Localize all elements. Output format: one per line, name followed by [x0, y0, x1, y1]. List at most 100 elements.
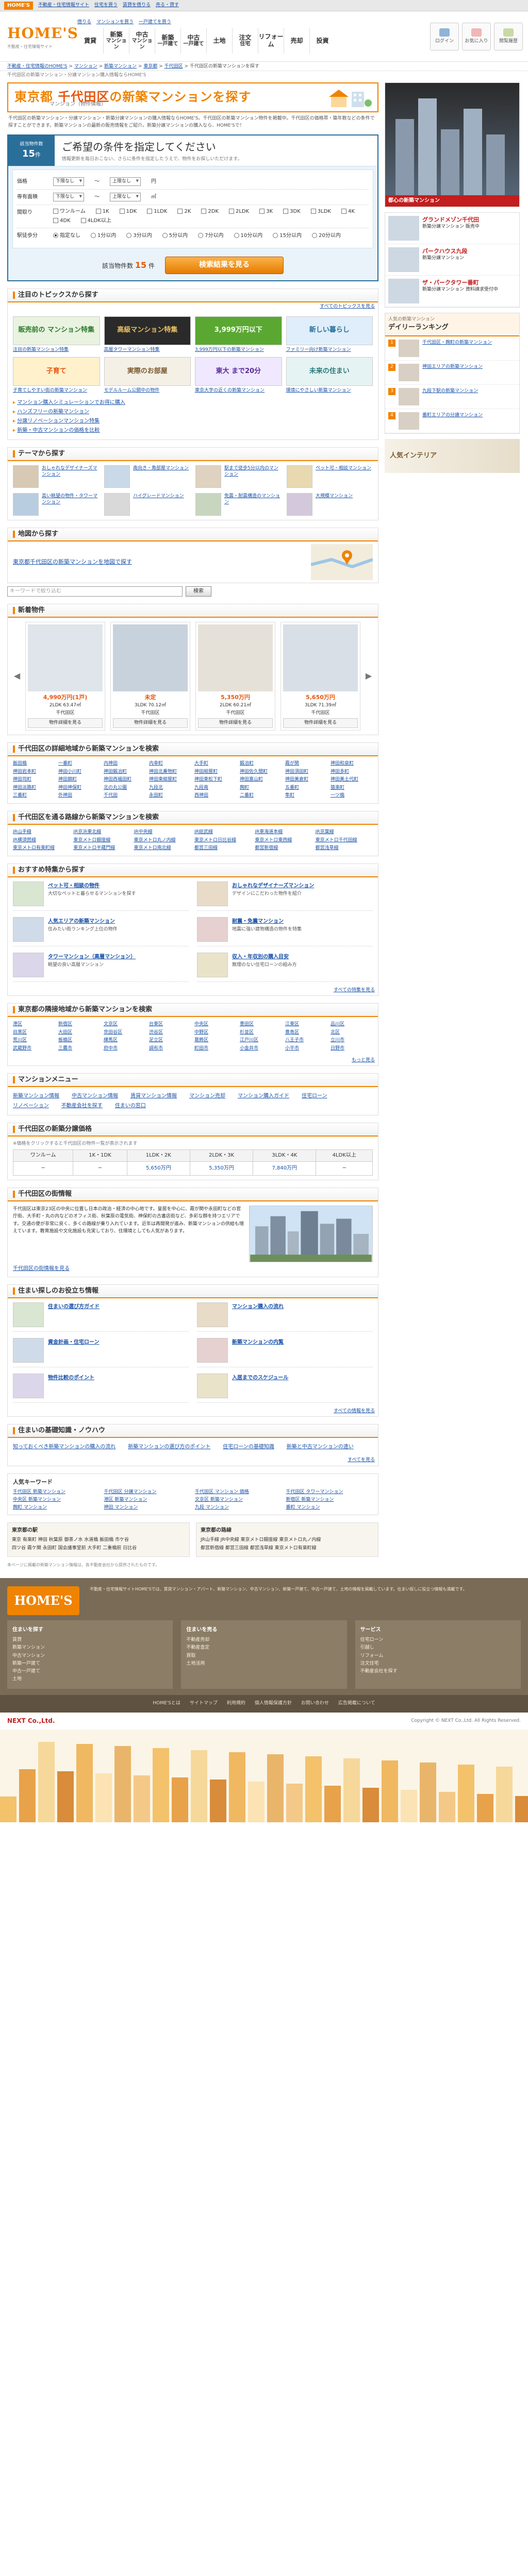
breadcrumb-item[interactable]: マンション	[74, 64, 97, 69]
side-property-title[interactable]: グランドメゾン千代田	[422, 216, 480, 224]
breadcrumb-item[interactable]: 新築マンション	[104, 64, 137, 69]
checkbox-icon[interactable]	[177, 209, 183, 214]
topic-banner[interactable]: 高級マンション特集	[104, 316, 191, 345]
area-link[interactable]: 神田司町	[13, 776, 55, 783]
line-link[interactable]: JR京浜東北線	[73, 829, 130, 836]
area-link[interactable]: 神田錦町	[58, 776, 101, 783]
price-value[interactable]: ─	[73, 1161, 127, 1176]
menu-link[interactable]: 住宅ローン	[302, 1091, 327, 1101]
gnav-top-link[interactable]: 一戸建てを買う	[139, 19, 171, 26]
topic-item[interactable]: 3,999万円以下 3,999万円以下の新築マンション	[195, 316, 282, 353]
neighbor-link[interactable]: 品川区	[331, 1021, 373, 1028]
area-link[interactable]: 神田美土代町	[331, 776, 373, 783]
area-link[interactable]: 神田多町	[331, 769, 373, 775]
area-link[interactable]: 神田美倉町	[285, 776, 327, 783]
property-photo[interactable]	[283, 624, 358, 691]
footer-link[interactable]: 不動産査定	[186, 1644, 341, 1652]
neighbor-link[interactable]: 北区	[331, 1029, 373, 1036]
side-property[interactable]: パークハウス九段 新築分譲マンション	[385, 244, 519, 276]
topbar-link[interactable]: 売る・貸す	[156, 2, 179, 9]
side-ad[interactable]: 都心の新築マンション	[385, 82, 520, 207]
area-link[interactable]: 神田須田町	[285, 769, 327, 775]
neighbor-link[interactable]: 豊島区	[285, 1029, 327, 1036]
rank-link[interactable]: 神田エリアの新築マンション	[422, 364, 483, 381]
keyword-link[interactable]: 千代田区 新築マンション	[13, 1489, 100, 1496]
checkbox-icon[interactable]	[53, 218, 58, 223]
area-link[interactable]: 大手町	[194, 760, 237, 767]
box-line[interactable]: 東京 有楽町 神田 秋葉原 御茶ノ水 水道橋 飯田橋 市ケ谷	[12, 1536, 185, 1544]
gnav-item[interactable]: 賃貸	[77, 28, 103, 54]
feature-item[interactable]: 収入・年収別の購入目安 無理のない住宅ローンの組み方	[197, 952, 373, 982]
gnav-item[interactable]: 注文 住宅	[232, 27, 258, 54]
line-link[interactable]: JR総武線	[194, 829, 252, 836]
price-value[interactable]: 5,350万円	[189, 1161, 254, 1176]
keyword-link[interactable]: 文京区 新築マンション	[195, 1497, 282, 1503]
neighbor-link[interactable]: 目黒区	[13, 1029, 55, 1036]
feature-photo[interactable]	[197, 881, 228, 906]
feature-title[interactable]: 住まいの選び方ガイド	[48, 1304, 100, 1310]
area-link[interactable]: 千代田	[104, 792, 146, 799]
theme-link[interactable]: ハイグレードマンション	[133, 493, 184, 500]
rank-link[interactable]: 番町エリアの分譲マンション	[422, 412, 483, 430]
feature-item[interactable]: マンション購入の流れ	[197, 1302, 373, 1332]
neighbor-link[interactable]: 板橋区	[58, 1037, 101, 1044]
footer-bottom-link[interactable]: 利用規約	[227, 1700, 245, 1707]
useful-more-link[interactable]: すべての情報を見る	[334, 1409, 375, 1414]
property-photo[interactable]	[113, 624, 188, 691]
topic-banner[interactable]: 未来の住まい	[286, 357, 373, 386]
layout-option[interactable]: 2K	[177, 208, 191, 215]
layout-option[interactable]: 4K	[341, 208, 355, 215]
feature-title[interactable]: ペット可・相談の物件	[48, 883, 100, 889]
neighbor-link[interactable]: 日野市	[331, 1045, 373, 1052]
line-link[interactable]: 東京メトロ日比谷線	[194, 837, 252, 844]
topics-more-link[interactable]: すべてのトピックスを見る	[320, 304, 375, 309]
rank-photo[interactable]	[399, 363, 419, 381]
topic-caption[interactable]: 東京大学の近くの新築マンション	[195, 388, 265, 393]
topic-caption[interactable]: ファミリー向け新築マンション	[286, 347, 351, 352]
logo-mark[interactable]: HOME'S	[7, 23, 78, 43]
neighbor-link[interactable]: 江戸川区	[240, 1037, 282, 1044]
feature-title[interactable]: おしゃれなデザイナーズマンション	[232, 883, 314, 889]
walk-option[interactable]: 1分以内	[91, 232, 116, 240]
menu-link[interactable]: 住まいの窓口	[115, 1101, 146, 1111]
radio-icon[interactable]	[273, 233, 278, 238]
topic-item[interactable]: 販売前の マンション特集 注目の新築マンション特集	[13, 316, 100, 353]
feature-item[interactable]: 新築マンションの内覧	[197, 1337, 373, 1367]
login-button[interactable]: ログイン	[430, 22, 459, 50]
topic-link[interactable]: ハンズフリーの新築マンション	[17, 409, 89, 415]
rank-link[interactable]: 千代田区・麹町の新築マンション	[422, 340, 492, 357]
knowhow-link[interactable]: 住宅ローンの基礎知識	[223, 1442, 274, 1452]
theme-item[interactable]: 駅まで徒歩5分以内のマンション	[195, 465, 282, 488]
theme-photo[interactable]	[287, 465, 312, 488]
theme-item[interactable]: 免震・耐震構造のマンション	[195, 493, 282, 516]
feature-item[interactable]: 人気エリアの新築マンション 住みたい街ランキング上位の物件	[13, 917, 189, 946]
theme-photo[interactable]	[13, 493, 39, 516]
area-link[interactable]: 北の丸公園	[104, 785, 146, 791]
ward-info-link[interactable]: 千代田区の街情報を見る	[13, 1266, 70, 1272]
area-link[interactable]: 三番町	[13, 792, 55, 799]
topic-caption[interactable]: 環境にやさしい新築マンション	[286, 388, 351, 393]
topic-item[interactable]: 未来の住まい環境にやさしい新築マンション	[286, 357, 373, 394]
knowhow-link[interactable]: 新築マンションの選び方のポイント	[128, 1442, 210, 1452]
theme-item[interactable]: ペット可・相談マンション	[287, 465, 373, 488]
neighbor-link[interactable]: 中野区	[194, 1029, 237, 1036]
breadcrumb-item[interactable]: 東京都	[143, 64, 157, 69]
feature-photo[interactable]	[13, 1302, 44, 1327]
radio-icon[interactable]	[198, 233, 204, 238]
box-line[interactable]: 四ツ谷 霞ケ関 永田町 国会議事堂前 大手町 二重橋前 日比谷	[12, 1545, 185, 1552]
side-property-photo[interactable]	[388, 279, 419, 303]
line-link[interactable]: JR横須賀線	[13, 837, 70, 844]
feature-item[interactable]: 物件比較のポイント	[13, 1373, 189, 1403]
area-link[interactable]: 神田淡路町	[13, 785, 55, 791]
topic-link[interactable]: 分譲リノベーションマンション特集	[17, 418, 100, 424]
area-link[interactable]: 神田東紺屋町	[149, 776, 191, 783]
footer-bottom-link[interactable]: サイトマップ	[190, 1700, 218, 1707]
neighbor-link[interactable]: 八王子市	[285, 1037, 327, 1044]
feature-photo[interactable]	[197, 917, 228, 942]
keyword-link[interactable]: 神田 マンション	[104, 1504, 191, 1511]
theme-item[interactable]: 高い眺望の物件・タワーマンション	[13, 493, 99, 516]
ranking-item[interactable]: 4 番町エリアの分譲マンション	[385, 409, 519, 433]
radio-icon[interactable]	[53, 233, 58, 238]
keyword-link[interactable]: 九段 マンション	[195, 1504, 282, 1511]
neighbor-link[interactable]: 武蔵野市	[13, 1045, 55, 1052]
